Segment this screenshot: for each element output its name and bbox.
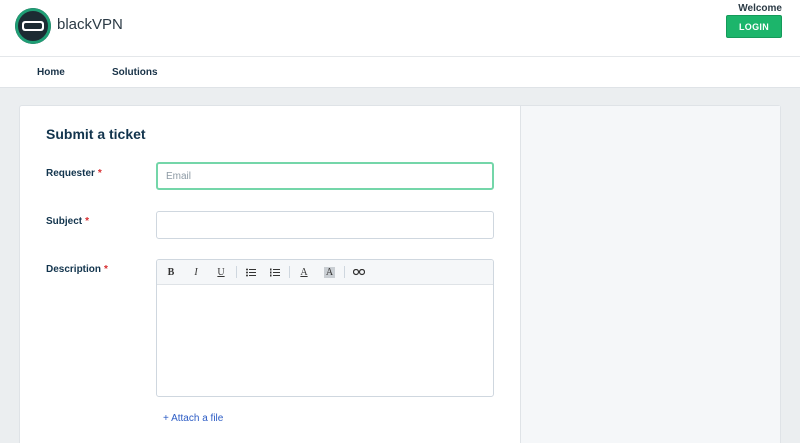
nav-item-home[interactable]: Home (37, 67, 65, 78)
numbered-list-icon[interactable] (267, 265, 283, 279)
welcome-text: Welcome (738, 3, 782, 14)
editor-toolbar: B I U A A (157, 260, 493, 285)
underline-icon[interactable]: U (213, 265, 229, 279)
italic-icon[interactable]: I (188, 265, 204, 279)
description-textarea[interactable] (157, 285, 493, 396)
description-label: Description * (46, 264, 108, 275)
requester-label: Requester * (46, 168, 102, 179)
requester-email-input[interactable] (156, 162, 494, 190)
link-icon[interactable] (351, 265, 367, 279)
description-editor: B I U A A (156, 259, 494, 397)
font-color-icon[interactable]: A (296, 265, 312, 279)
subject-label-text: Subject (46, 216, 83, 227)
form-title: Submit a ticket (46, 126, 146, 142)
card-divider (520, 105, 521, 443)
subject-input[interactable] (156, 211, 494, 239)
attach-file-link[interactable]: + Attach a file (163, 413, 223, 424)
subject-label: Subject * (46, 216, 89, 227)
required-marker: * (97, 168, 102, 179)
required-marker: * (85, 216, 90, 227)
required-marker: * (104, 264, 108, 275)
bulleted-list-icon[interactable] (243, 265, 259, 279)
side-panel (521, 106, 780, 443)
main-nav: Home Solutions (0, 57, 800, 88)
toolbar-separator (344, 266, 345, 278)
login-button[interactable]: LOGIN (726, 15, 782, 38)
brand-name[interactable]: blackVPN (57, 16, 123, 33)
nav-item-solutions[interactable]: Solutions (112, 67, 158, 78)
bold-icon[interactable]: B (163, 265, 179, 279)
toolbar-separator (289, 266, 290, 278)
toolbar-separator (236, 266, 237, 278)
requester-label-text: Requester (46, 168, 95, 179)
background-color-icon[interactable]: A (324, 267, 335, 278)
top-header: blackVPN Welcome LOGIN (0, 0, 800, 57)
description-label-text: Description (46, 264, 102, 275)
blackvpn-logo-icon[interactable] (15, 8, 51, 44)
